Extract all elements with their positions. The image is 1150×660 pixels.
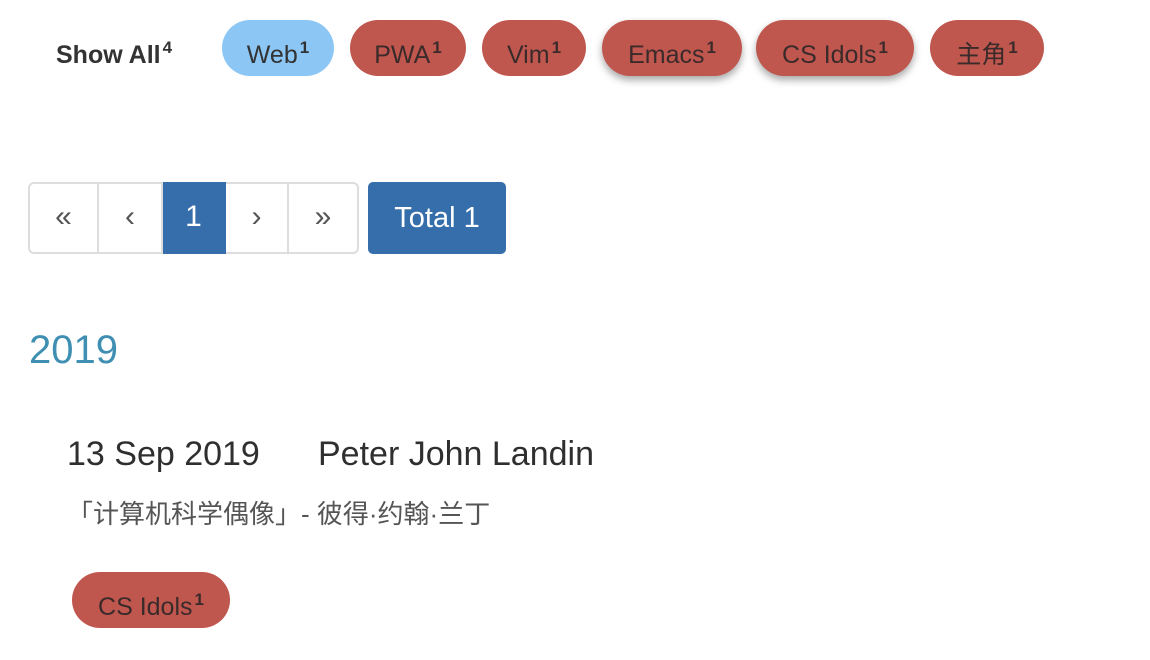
year-heading: 2019: [29, 328, 118, 372]
post-title-link[interactable]: Peter John Landin: [318, 432, 594, 476]
tag-web[interactable]: Web 1: [222, 20, 334, 76]
show-all-count: 4: [162, 38, 173, 57]
tag-label: PWA: [374, 41, 431, 69]
tag-count: 1: [878, 38, 888, 57]
show-all-link[interactable]: Show All 4: [56, 30, 172, 73]
page-1-button[interactable]: 1: [163, 182, 226, 254]
tag-pwa[interactable]: PWA 1: [350, 20, 466, 76]
tag-label: Vim: [506, 41, 550, 69]
tag-count: 1: [1008, 38, 1018, 57]
post-summary: 「计算机科学偶像」- 彼得·约翰·兰丁: [67, 499, 491, 529]
tag-filter-bar: Show All 4 Web 1 PWA 1 Vim 1 Emacs 1 CS Idols…: [0, 20, 1150, 76]
tag-count: 1: [551, 38, 562, 57]
tag-label: Emacs: [628, 41, 705, 69]
post-tag-cs-idols[interactable]: CS Idols 1: [72, 572, 230, 628]
tag-emacs[interactable]: Emacs 1: [602, 20, 742, 76]
pagination: « ‹ 1 › »: [28, 182, 359, 254]
show-all-label: Show All: [56, 41, 161, 69]
tag-label: Web: [246, 41, 298, 69]
next-page-button[interactable]: ›: [226, 182, 289, 254]
tag-count: 1: [432, 38, 442, 57]
post-tag-label: CS Idols: [98, 593, 193, 621]
first-page-button[interactable]: «: [28, 182, 99, 254]
page: Show All 4 Web 1 PWA 1 Vim 1 Emacs 1 CS Idols…: [0, 0, 1150, 660]
tag-count: 1: [299, 38, 310, 57]
tag-vim[interactable]: Vim 1: [482, 20, 586, 76]
tag-count: 1: [706, 38, 716, 57]
tag-label: 主角: [956, 41, 1007, 69]
last-page-button[interactable]: »: [289, 182, 359, 254]
tag-protagonist[interactable]: 主角 1: [930, 20, 1044, 76]
total-button[interactable]: Total 1: [368, 182, 506, 254]
tag-cs-idols[interactable]: CS Idols 1: [756, 20, 914, 76]
tag-label: CS Idols: [782, 41, 877, 69]
prev-page-button[interactable]: ‹: [99, 182, 163, 254]
post-date: 13 Sep 2019: [67, 435, 260, 473]
post-tag-count: 1: [194, 590, 204, 609]
